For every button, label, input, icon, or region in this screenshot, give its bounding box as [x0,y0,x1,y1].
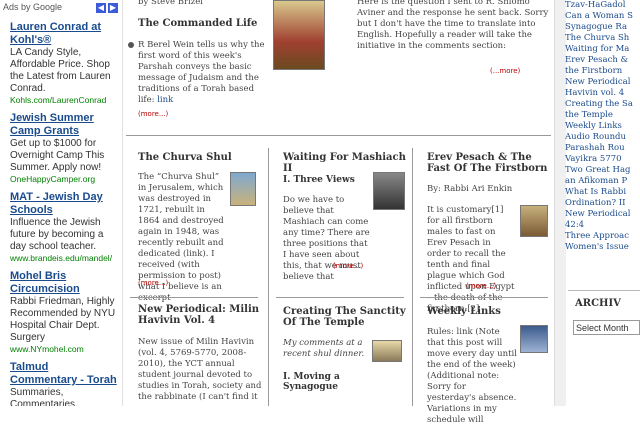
divider [568,290,640,291]
sidebar-link[interactable]: an Afikoman P [565,176,640,187]
temple-image [372,340,402,362]
sidebar-link[interactable]: Creating the Sa [565,99,640,110]
ads-header: Ads by Google ◀ ▶ [0,0,122,19]
ad-url[interactable]: www.brandeis.edu/mandel/ [10,253,118,264]
right-sidebar: Tzav-HaGadol Can a Woman S Synagogue Ra … [565,0,640,406]
post-body: It is customary[1] for all firstborn mal… [427,205,515,314]
divider [276,297,404,298]
churva-image [230,172,256,206]
sidebar-link[interactable]: Audio Roundu [565,132,640,143]
bullet-icon [128,42,134,48]
ad-item[interactable]: Talmud Commentary - Torah Summaries, Com… [0,359,122,406]
torah-image [273,0,325,70]
sidebar-link[interactable]: Ordination? II [565,198,640,209]
sidebar-link[interactable]: The Churva Sh [565,33,640,44]
sidebar-link[interactable]: New Periodical [565,209,640,220]
post-subtitle: I. Moving a Synagogue [283,372,340,392]
sidebar-link[interactable]: New Periodical [565,77,640,88]
post-subtitle: I. Three Views [283,175,355,185]
recent-posts-list: Tzav-HaGadol Can a Woman S Synagogue Ra … [565,0,640,253]
top-right-more[interactable]: (...more) [490,67,520,75]
ad-title[interactable]: Lauren Conrad at Kohl's® [10,21,118,47]
matzah-image [520,205,548,237]
sidebar-link[interactable]: Synagogue Ra [565,22,640,33]
column-divider [268,148,269,406]
ad-description: Summaries, Commentaries, [10,387,78,406]
sidebar-link[interactable]: Can a Woman S [565,11,640,22]
ad-title[interactable]: Talmud Commentary - Torah [10,361,118,387]
sidebar-link[interactable]: What Is Rabbi [565,187,640,198]
ads-column: Ads by Google ◀ ▶ Lauren Conrad at Kohl'… [0,0,123,406]
post-title[interactable]: New Periodical: Milin Havivin Vol. 4 [138,304,264,326]
ad-url[interactable]: Kohls.com/LaurenConrad [10,95,118,106]
divider [420,297,548,298]
sidebar-link[interactable]: Erev Pesach & [565,55,640,66]
sidebar-link[interactable]: Women's Issue [565,242,640,253]
ad-item[interactable]: Lauren Conrad at Kohl's® LA Candy Style,… [0,19,122,110]
sidebar-link[interactable]: Three Approac [565,231,640,242]
ad-title[interactable]: Mohel Bris Circumcision [10,270,118,296]
sidebar-link[interactable]: Tzav-HaGadol [565,0,640,11]
post-more[interactable]: (more...) [333,262,363,270]
archive-title: ARCHIV [575,298,621,309]
ad-description: Influence the Jewish future by becoming … [10,217,104,252]
divider [130,297,258,298]
sidebar-link[interactable]: 42:4 [565,220,640,231]
ad-description: LA Candy Style, Affordable Price. Shop t… [10,47,111,94]
ad-url[interactable]: OneHappyCamper.org [10,174,118,185]
sidebar-link[interactable]: Weekly Links [565,121,640,132]
prev-arrow-icon[interactable]: ◀ [96,3,106,13]
divider [126,135,551,136]
ad-title[interactable]: MAT - Jewish Day Schools [10,191,118,217]
ad-description: Rabbi Friedman, Highly Recommended by NY… [10,296,116,343]
sidebar-link[interactable]: Waiting for Ma [565,44,640,55]
top-left-body: R Berel Wein tells us why the first word… [138,40,270,106]
weekly-links-image [520,325,548,353]
top-left-author: by Steve Brizel [138,0,204,7]
post-title[interactable]: Waiting For Mashiach II [283,152,409,174]
post-body: New issue of Milin Havivin (vol. 4, 5769… [138,337,262,402]
post-more[interactable]: (more...) [138,279,168,287]
post-title[interactable]: The Churva Shul [138,152,266,163]
ad-title[interactable]: Jewish Summer Camp Grants [10,112,118,138]
sidebar-link[interactable]: Parashah Rou [565,143,640,154]
ads-label: Ads by Google [3,2,63,12]
rabbi-portrait-image [373,172,405,210]
ad-description: Get up to $1000 for Overnight Camp This … [10,138,105,173]
sidebar-link[interactable]: Vayikra 5770 [565,154,640,165]
post-author: By: Rabbi Ari Enkin [427,184,513,194]
ad-item[interactable]: MAT - Jewish Day Schools Influence the J… [0,189,122,268]
post-title[interactable]: Weekly Links [427,306,547,317]
top-left-title[interactable]: The Commanded Life [138,18,268,29]
ad-item[interactable]: Mohel Bris Circumcision Rabbi Friedman, … [0,268,122,359]
post-title[interactable]: Erev Pesach & The Fast Of The Firstborn [427,152,549,174]
sidebar-link[interactable]: the Temple [565,110,640,121]
ad-item[interactable]: Jewish Summer Camp Grants Get up to $100… [0,110,122,189]
top-right-body: Here is the question I sent to R. Shlomo… [357,0,549,51]
next-arrow-icon[interactable]: ▶ [108,3,118,13]
sidebar-link[interactable]: Havivin vol. 4 [565,88,640,99]
archive-select[interactable]: Select Month [573,320,640,335]
post-title[interactable]: Creating The Sanctity Of The Temple [283,306,407,328]
sidebar-link[interactable]: the Firstborn [565,66,640,77]
column-divider [412,148,413,406]
ad-url[interactable]: www.NYmohel.com [10,344,118,355]
top-left-more[interactable]: (more...) [138,110,168,118]
post-italic-note: My comments at a recent shul dinner. [283,338,365,359]
post-body: Rules: link (Note that this post will mo… [427,327,517,425]
post-more[interactable]: (more...) [466,282,496,290]
sidebar-link[interactable]: Two Great Hag [565,165,640,176]
top-left-link[interactable]: link [157,95,173,105]
